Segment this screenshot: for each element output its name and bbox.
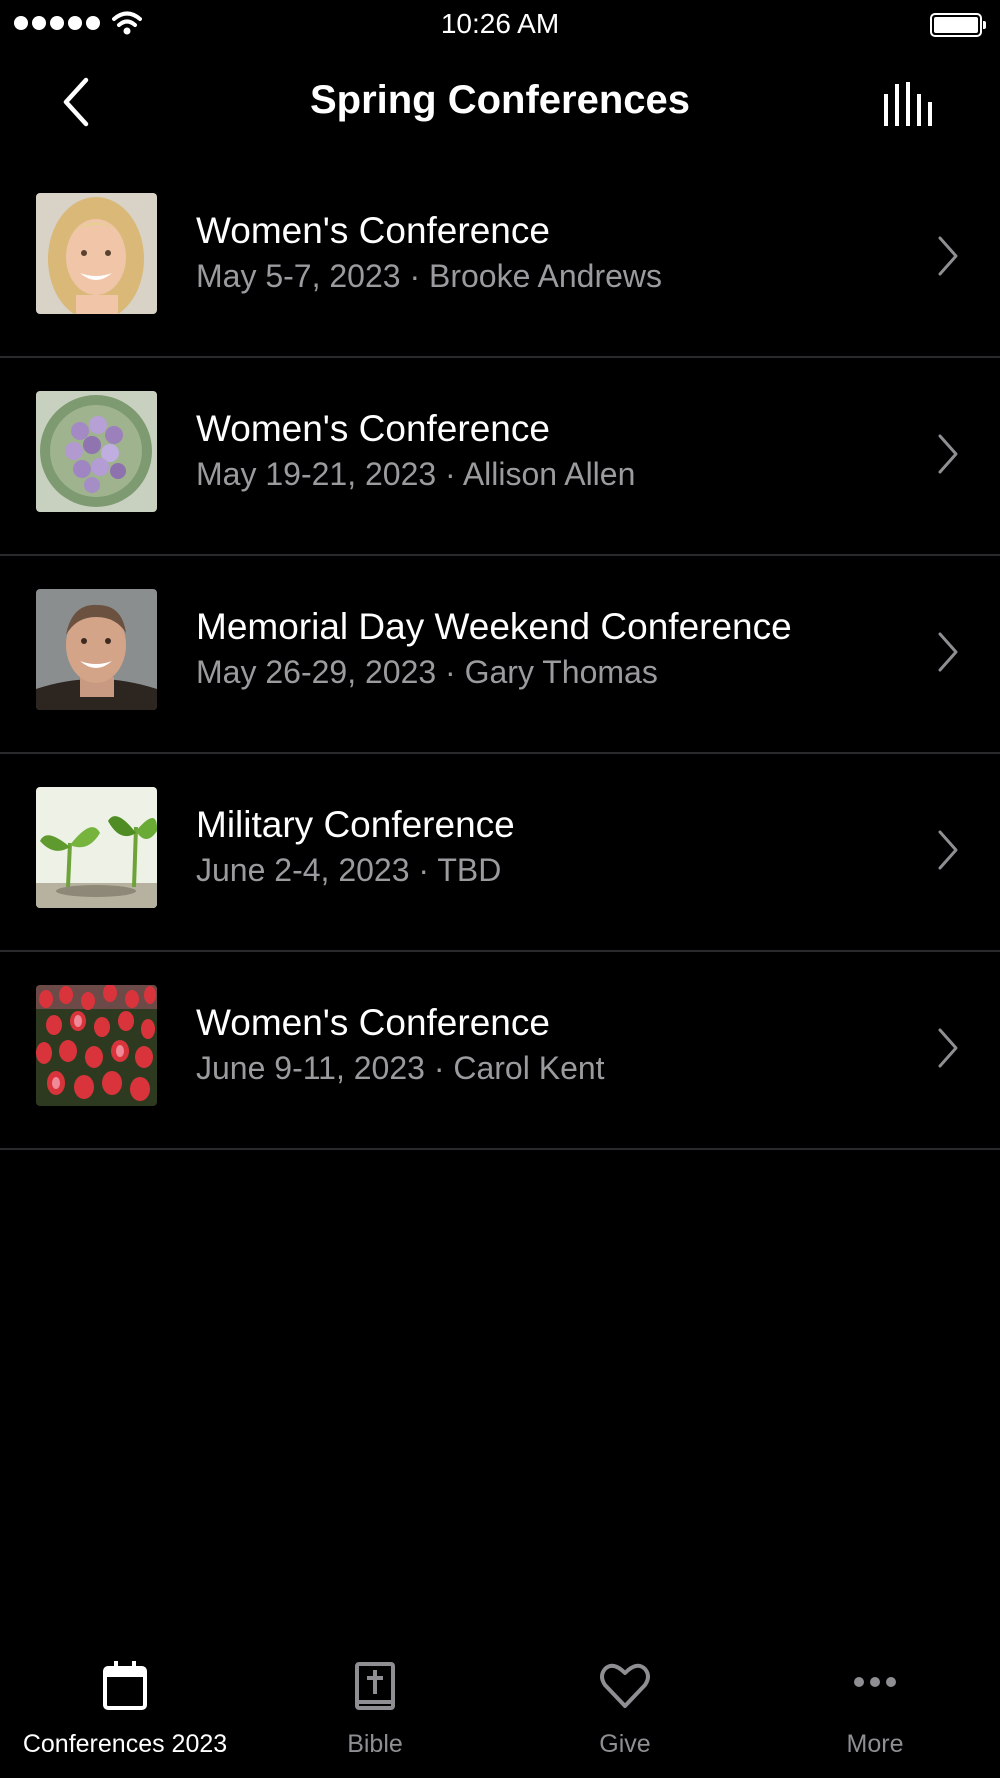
conference-row[interactable]: Women's Conference May 19-21, 2023 · All… xyxy=(0,358,1000,556)
tab-bar: Conferences 2023 Bible Give More xyxy=(0,1658,1000,1778)
conference-title: Military Conference xyxy=(196,804,515,845)
speaker-thumbnail xyxy=(36,787,157,908)
conference-title: Women's Conference xyxy=(196,210,550,251)
speaker-thumbnail xyxy=(36,391,157,512)
tab-label: Conferences 2023 xyxy=(22,1730,228,1758)
conference-row[interactable]: Memorial Day Weekend Conference May 26-2… xyxy=(0,556,1000,754)
page-title: Spring Conferences xyxy=(309,78,691,122)
speaker-thumbnail xyxy=(36,589,157,710)
speaker-thumbnail xyxy=(36,193,157,314)
chevron-right-icon xyxy=(938,1028,958,1068)
tab-conferences-2023[interactable]: Conferences 2023 xyxy=(0,1658,250,1778)
chevron-right-icon xyxy=(938,434,958,474)
more-dots-icon xyxy=(854,1677,896,1687)
status-time: 10:26 AM xyxy=(440,8,560,39)
chevron-right-icon xyxy=(938,632,958,672)
tab-more[interactable]: More xyxy=(750,1658,1000,1778)
conference-title: Women's Conference xyxy=(196,1002,550,1043)
tab-label: Bible xyxy=(347,1730,403,1758)
battery-icon xyxy=(930,13,986,37)
conference-row[interactable]: Military Conference June 2-4, 2023 · TBD xyxy=(0,754,1000,952)
bible-icon xyxy=(355,1662,395,1710)
conference-subtitle: June 9-11, 2023 · Carol Kent xyxy=(196,1050,605,1086)
conference-title: Memorial Day Weekend Conference xyxy=(196,606,792,647)
chevron-right-icon xyxy=(938,830,958,870)
tab-bible[interactable]: Bible xyxy=(250,1658,500,1778)
conference-subtitle: May 19-21, 2023 · Allison Allen xyxy=(196,456,636,492)
tab-label: Give xyxy=(599,1730,651,1758)
tab-label: More xyxy=(846,1730,904,1758)
audio-bars-icon[interactable] xyxy=(882,80,940,126)
conference-subtitle: May 26-29, 2023 · Gary Thomas xyxy=(196,654,658,690)
conference-row[interactable]: Women's Conference May 5-7, 2023 · Brook… xyxy=(0,160,1000,358)
calendar-icon xyxy=(103,1661,147,1710)
heart-icon xyxy=(600,1663,650,1708)
conference-row[interactable]: Women's Conference June 9-11, 2023 · Car… xyxy=(0,952,1000,1150)
conference-subtitle: May 5-7, 2023 · Brooke Andrews xyxy=(196,258,663,294)
tab-give[interactable]: Give xyxy=(500,1658,750,1778)
navigation-bar: Spring Conferences xyxy=(0,50,1000,160)
conference-subtitle: June 2-4, 2023 · TBD xyxy=(196,852,502,888)
chevron-right-icon xyxy=(938,236,958,276)
speaker-thumbnail xyxy=(36,985,157,1106)
status-bar: 10:26 AM xyxy=(0,0,1000,50)
conference-title: Women's Conference xyxy=(196,408,550,449)
conference-list: Women's Conference May 5-7, 2023 · Brook… xyxy=(0,160,1000,1150)
app-screen: 10:26 AM Spring Conferences Women's Conf… xyxy=(0,0,1000,1778)
